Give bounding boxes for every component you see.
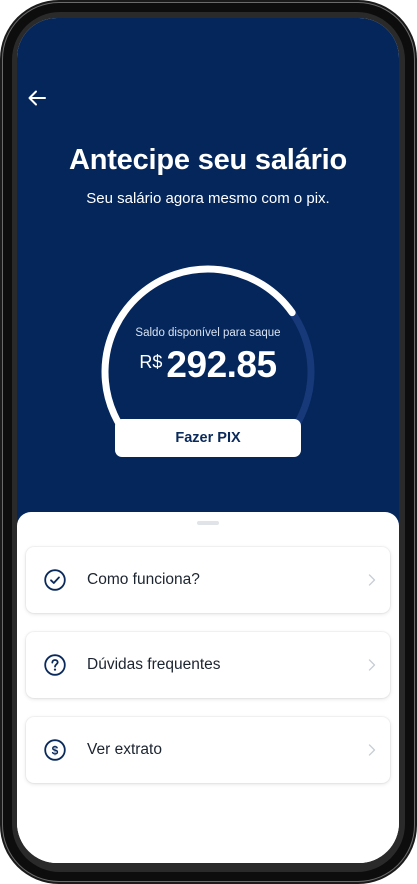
- chevron-right-icon: [368, 744, 376, 756]
- fazer-pix-button[interactable]: Fazer PIX: [115, 419, 301, 457]
- menu-item-label: Ver extrato: [87, 741, 162, 758]
- balance-value: 292.85: [166, 344, 277, 385]
- menu-item-duvidas-frequentes[interactable]: Dúvidas frequentes: [26, 632, 390, 698]
- check-circle-icon: [44, 569, 66, 591]
- hero-section: Antecipe seu salário Seu salário agora m…: [17, 18, 399, 528]
- bottom-sheet: Como funciona? Dúvidas frequentes $ Ver …: [17, 512, 399, 863]
- balance-caption: Saldo disponível para saque: [135, 327, 281, 339]
- svg-text:$: $: [52, 743, 59, 757]
- menu-item-label: Como funciona?: [87, 571, 200, 588]
- chevron-right-icon: [368, 659, 376, 671]
- menu-item-como-funciona[interactable]: Como funciona?: [26, 547, 390, 613]
- balance-amount: R$ 292.85: [17, 344, 399, 386]
- drag-handle[interactable]: [197, 521, 219, 525]
- menu-item-ver-extrato[interactable]: $ Ver extrato: [26, 717, 390, 783]
- chevron-right-icon: [368, 574, 376, 586]
- menu-item-label: Dúvidas frequentes: [87, 656, 221, 673]
- app-screen: Antecipe seu salário Seu salário agora m…: [17, 18, 399, 863]
- question-circle-icon: [44, 654, 66, 676]
- dollar-circle-icon: $: [44, 739, 66, 761]
- currency-symbol: R$: [139, 352, 163, 372]
